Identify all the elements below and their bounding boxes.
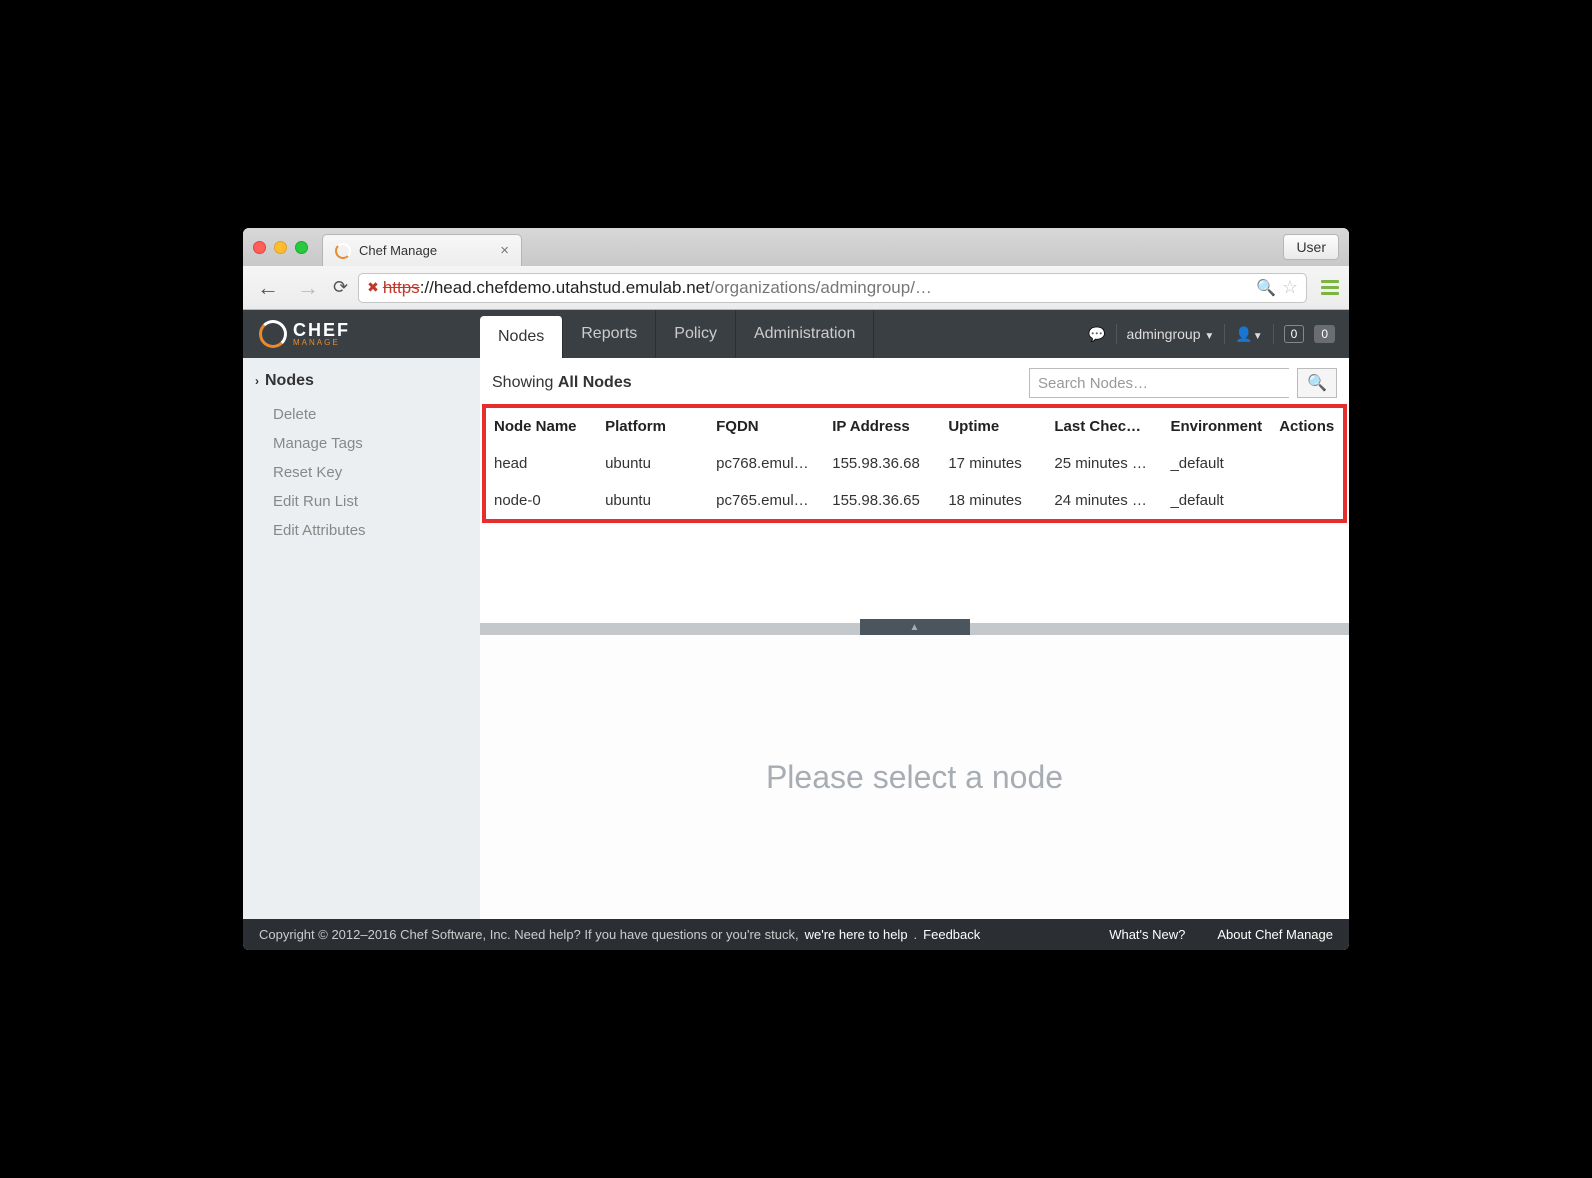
cell-environment: _default <box>1162 445 1271 482</box>
window-zoom-button[interactable] <box>295 241 308 254</box>
nodes-table: Node Name Platform FQDN IP Address Uptim… <box>486 408 1343 519</box>
nodes-table-highlighted: Node Name Platform FQDN IP Address Uptim… <box>482 404 1347 523</box>
logo-sub-text: MANAGE <box>293 339 350 347</box>
col-ip-address[interactable]: IP Address <box>824 408 940 445</box>
main-panel: Showing All Nodes Search Nodes… 🔍 <box>480 358 1349 919</box>
chef-logo[interactable]: CHEF MANAGE <box>243 320 480 348</box>
alerts-badge[interactable]: 0 <box>1284 325 1305 343</box>
url-path: /organizations/admingroup/… <box>710 278 932 298</box>
forward-button[interactable]: → <box>293 275 323 301</box>
cell-ip: 155.98.36.68 <box>824 445 940 482</box>
splitter-handle-icon[interactable]: ▲ <box>860 619 970 635</box>
chef-favicon-icon <box>335 243 351 259</box>
user-menu-button[interactable]: User <box>1283 234 1339 260</box>
detail-placeholder: Please select a node <box>766 759 1063 796</box>
bookmark-star-icon[interactable]: ☆ <box>1282 277 1298 298</box>
cell-actions[interactable] <box>1271 482 1343 519</box>
url-host: ://head.chefdemo.utahstud.emulab.net <box>420 278 710 298</box>
tab-administration[interactable]: Administration <box>736 310 874 358</box>
sidebar-item-manage-tags[interactable]: Manage Tags <box>243 429 480 458</box>
app-tabs: Nodes Reports Policy Administration <box>480 310 874 358</box>
url-search-icon[interactable]: 🔍 <box>1256 278 1276 298</box>
divider <box>1273 324 1274 344</box>
tab-nodes[interactable]: Nodes <box>480 316 563 358</box>
app-header: CHEF MANAGE Nodes Reports Policy Adminis… <box>243 310 1349 358</box>
footer-help-link[interactable]: we're here to help <box>805 927 908 942</box>
reload-button[interactable]: ⟳ <box>333 277 348 298</box>
org-switcher[interactable]: admingroup ▼ <box>1127 326 1215 342</box>
cell-fqdn: pc768.emul… <box>708 445 824 482</box>
col-node-name[interactable]: Node Name <box>486 408 597 445</box>
cell-platform: ubuntu <box>597 445 708 482</box>
tab-reports[interactable]: Reports <box>563 310 656 358</box>
search-icon: 🔍 <box>1307 373 1327 393</box>
browser-window: Chef Manage × User ← → ⟳ ✖ https ://head… <box>243 228 1349 950</box>
cell-platform: ubuntu <box>597 482 708 519</box>
col-actions[interactable]: Actions <box>1271 408 1343 445</box>
cell-uptime: 18 minutes <box>940 482 1046 519</box>
window-minimize-button[interactable] <box>274 241 287 254</box>
sidebar-item-delete[interactable]: Delete <box>243 400 480 429</box>
logo-main-text: CHEF <box>293 321 350 339</box>
insecure-cert-icon: ✖ <box>367 279 379 296</box>
detail-panel: Please select a node <box>480 635 1349 919</box>
footer-about-link[interactable]: About Chef Manage <box>1217 927 1333 942</box>
cell-actions[interactable] <box>1271 445 1343 482</box>
search-button[interactable]: 🔍 <box>1297 368 1337 398</box>
table-row[interactable]: head ubuntu pc768.emul… 155.98.36.68 17 … <box>486 445 1343 482</box>
app-body: › Nodes Delete Manage Tags Reset Key Edi… <box>243 358 1349 919</box>
sidebar-item-edit-attributes[interactable]: Edit Attributes <box>243 516 480 545</box>
sidebar-item-edit-run-list[interactable]: Edit Run List <box>243 487 480 516</box>
cell-node-name: head <box>486 445 597 482</box>
col-last-check[interactable]: Last Chec… <box>1046 408 1162 445</box>
col-environment[interactable]: Environment <box>1162 408 1271 445</box>
footer-whatsnew-link[interactable]: What's New? <box>1109 927 1185 942</box>
tab-title: Chef Manage <box>359 243 437 258</box>
traffic-lights <box>253 241 308 254</box>
footer-copyright: Copyright © 2012–2016 Chef Software, Inc… <box>259 927 799 942</box>
cell-uptime: 17 minutes <box>940 445 1046 482</box>
notifications-badge[interactable]: 0 <box>1314 325 1335 343</box>
table-row[interactable]: node-0 ubuntu pc765.emul… 155.98.36.65 1… <box>486 482 1343 519</box>
cell-node-name: node-0 <box>486 482 597 519</box>
feedback-icon[interactable]: 💬 <box>1088 326 1105 343</box>
chevron-right-icon: › <box>255 374 259 388</box>
col-uptime[interactable]: Uptime <box>940 408 1046 445</box>
table-header-row: Node Name Platform FQDN IP Address Uptim… <box>486 408 1343 445</box>
window-close-button[interactable] <box>253 241 266 254</box>
tab-close-icon[interactable]: × <box>500 242 509 259</box>
back-button[interactable]: ← <box>253 275 283 301</box>
divider <box>1116 324 1117 344</box>
cell-last-check: 24 minutes … <box>1046 482 1162 519</box>
sidebar-section-nodes[interactable]: › Nodes <box>243 372 480 400</box>
panel-splitter[interactable]: ▲ <box>480 623 1349 635</box>
footer: Copyright © 2012–2016 Chef Software, Inc… <box>243 919 1349 950</box>
cell-environment: _default <box>1162 482 1271 519</box>
col-fqdn[interactable]: FQDN <box>708 408 824 445</box>
showing-label: Showing All Nodes <box>492 374 1021 392</box>
header-right: 💬 admingroup ▼ 👤▼ 0 0 <box>1088 324 1349 344</box>
url-bar[interactable]: ✖ https ://head.chefdemo.utahstud.emulab… <box>358 273 1307 303</box>
browser-menu-button[interactable] <box>1321 280 1339 295</box>
footer-feedback-link[interactable]: Feedback <box>923 927 980 942</box>
chef-logo-icon <box>259 320 287 348</box>
tab-policy[interactable]: Policy <box>656 310 736 358</box>
sidebar: › Nodes Delete Manage Tags Reset Key Edi… <box>243 358 480 919</box>
browser-tabbar: Chef Manage × User <box>243 228 1349 266</box>
divider <box>1224 324 1225 344</box>
cell-ip: 155.98.36.65 <box>824 482 940 519</box>
filter-bar: Showing All Nodes Search Nodes… 🔍 <box>480 358 1349 404</box>
search-input[interactable]: Search Nodes… <box>1029 368 1289 398</box>
url-scheme: https <box>383 278 420 298</box>
cell-last-check: 25 minutes … <box>1046 445 1162 482</box>
browser-tab[interactable]: Chef Manage × <box>322 234 522 266</box>
user-menu[interactable]: 👤▼ <box>1235 326 1262 343</box>
browser-toolbar: ← → ⟳ ✖ https ://head.chefdemo.utahstud.… <box>243 266 1349 310</box>
cell-fqdn: pc765.emul… <box>708 482 824 519</box>
sidebar-item-reset-key[interactable]: Reset Key <box>243 458 480 487</box>
col-platform[interactable]: Platform <box>597 408 708 445</box>
